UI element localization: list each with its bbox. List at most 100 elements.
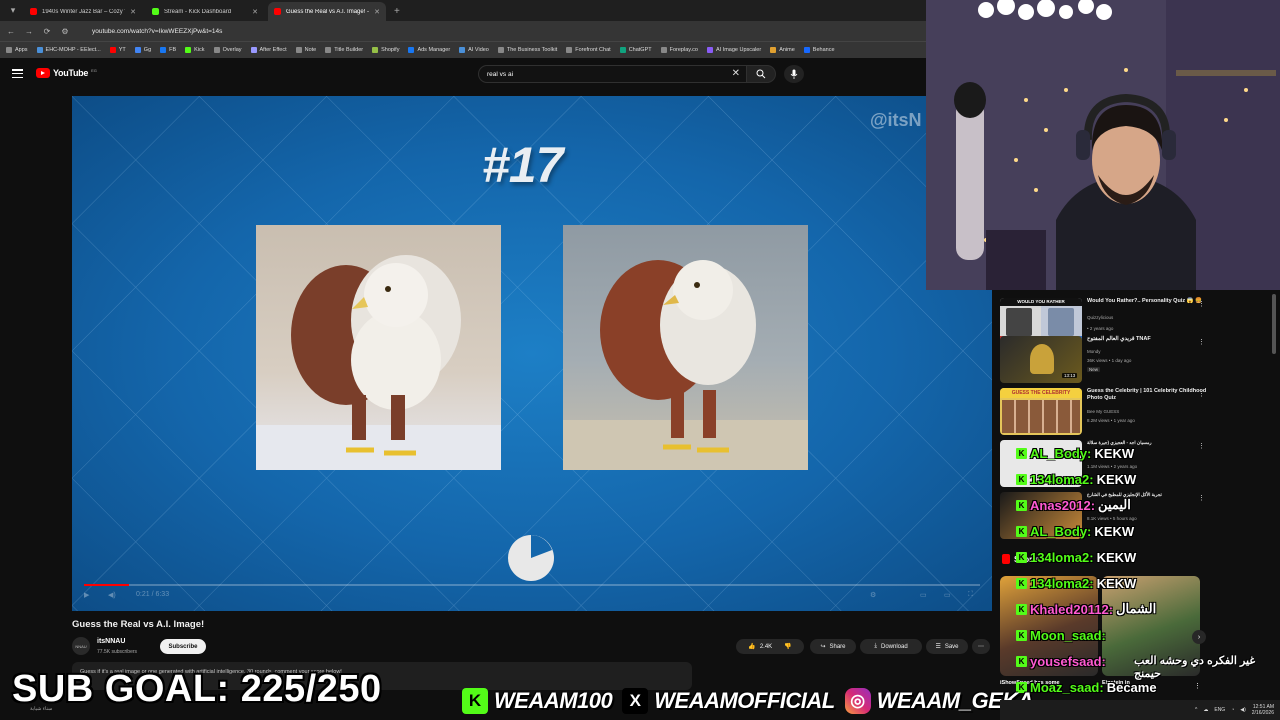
- bookmark-item[interactable]: Note: [295, 47, 316, 53]
- browser-tab-3[interactable]: Guess the Real vs A.I. Image! - ✕: [268, 2, 386, 21]
- bookmark-item[interactable]: Ads Manager: [408, 47, 450, 53]
- subscribe-button[interactable]: Subscribe: [160, 639, 206, 654]
- bookmark-icon: [770, 47, 777, 53]
- chat-message: Kyousefsaad:: [1016, 654, 1109, 669]
- bookmark-item[interactable]: After Effect: [250, 47, 287, 53]
- url-field[interactable]: youtube.com/watch?v=IkwWEEZXjPw&t=14s: [92, 28, 222, 35]
- fullscreen-icon[interactable]: ⛶: [968, 591, 973, 599]
- microphone-icon: [790, 69, 798, 79]
- volume-icon[interactable]: ◀): [108, 591, 116, 599]
- more-icon[interactable]: ⋮: [1194, 682, 1201, 690]
- bookmark-item[interactable]: The Business Toolkit: [497, 47, 557, 53]
- bookmark-icon: [160, 47, 167, 53]
- more-icon[interactable]: ⋮: [1198, 300, 1205, 308]
- bookmark-item[interactable]: AI Video: [459, 47, 489, 53]
- bookmark-item[interactable]: Anime: [770, 47, 795, 53]
- search-button[interactable]: [746, 65, 776, 83]
- chat-message-arabic: غير الفكره دي وحشه العب حيمنج: [1134, 655, 1256, 680]
- bookmark-item[interactable]: Forefront Chat: [566, 47, 611, 53]
- buffering-spinner-icon: [508, 535, 554, 581]
- youtube-logo[interactable]: YouTube EG: [36, 68, 97, 78]
- more-icon[interactable]: ⋮: [1198, 442, 1205, 450]
- chat-message: K Moaz_saad: Became: [1016, 680, 1157, 695]
- more-icon[interactable]: ⋮: [1198, 338, 1205, 346]
- channel-avatar[interactable]: NNAU: [72, 637, 90, 655]
- like-icon[interactable]: 👍: [748, 643, 755, 650]
- right-eagle-image: [563, 225, 808, 470]
- share-button[interactable]: ↪ Share: [810, 639, 856, 654]
- recommendation-item[interactable]: GUESS THE CELEBRITY Guess the Celebrity …: [1000, 388, 1210, 436]
- kick-favicon-icon: [152, 8, 159, 15]
- bookmark-item[interactable]: AI Image Upscaler: [706, 47, 761, 53]
- chat-message: K Anas2012: اليمين: [1016, 497, 1131, 513]
- forward-icon[interactable]: →: [24, 27, 34, 36]
- search-input[interactable]: real vs ai ✕: [478, 65, 746, 83]
- miniplayer-icon[interactable]: ▭: [920, 591, 927, 599]
- bookmark-item[interactable]: ChatGPT: [619, 47, 652, 53]
- browser-tab-1[interactable]: 1940s Winter Jazz Bar – Cozy V... ✕: [24, 2, 142, 21]
- language-indicator[interactable]: ENG: [1214, 707, 1225, 713]
- system-tray: ^ ☁ ENG ◔ ◀) 12:51 AM 2/16/2026: [1000, 700, 1280, 720]
- chat-message: K Moon_saad:: [1016, 628, 1109, 643]
- bookmark-item[interactable]: Foreplay.co: [660, 47, 698, 53]
- bookmarks-bar: Apps EHC-MOHP - EElect... YT Gg FB Kick …: [0, 41, 926, 58]
- bookmark-item[interactable]: Kick: [185, 47, 205, 53]
- close-icon[interactable]: ✕: [130, 8, 136, 16]
- bookmark-item[interactable]: YT: [109, 47, 126, 53]
- browser-tab-2[interactable]: Stream - Kick Dashboard ✕: [146, 2, 264, 21]
- address-bar: ← → ⟳ ⚙ youtube.com/watch?v=IkwWEEZXjPw&…: [0, 21, 926, 41]
- more-icon: ⋯: [978, 644, 984, 650]
- close-icon[interactable]: ✕: [374, 8, 380, 16]
- sidebar-scrollbar[interactable]: [1272, 294, 1276, 354]
- video-progress-bar[interactable]: [84, 584, 980, 586]
- recommendation-item[interactable]: 13:13 قريدي العالم المفتوح TNAF Mondy 36…: [1000, 336, 1210, 384]
- shorts-icon: [1002, 554, 1010, 564]
- wifi-icon[interactable]: ◔: [1231, 707, 1234, 713]
- bookmark-item[interactable]: FB: [160, 47, 176, 53]
- bookmark-item[interactable]: Apps: [6, 47, 28, 53]
- channel-watermark: @itsN: [870, 110, 922, 130]
- site-info-icon[interactable]: ⚙: [60, 27, 70, 36]
- clock[interactable]: 12:51 AM 2/16/2026: [1252, 704, 1274, 716]
- more-actions-button[interactable]: ⋯: [972, 639, 990, 654]
- tab-search-icon[interactable]: ▾: [6, 3, 20, 17]
- save-button[interactable]: ☰ Save: [926, 639, 968, 654]
- question-number: #17: [482, 137, 563, 193]
- bookmark-item[interactable]: Gg: [134, 47, 151, 53]
- play-icon[interactable]: ▶: [84, 591, 89, 599]
- dislike-icon[interactable]: 👎: [784, 643, 791, 650]
- corner-caption: سناء شيابة: [30, 706, 53, 712]
- bookmark-icon: [803, 47, 810, 53]
- more-icon[interactable]: ⋮: [1198, 494, 1205, 502]
- instagram-icon: ◎: [844, 688, 871, 714]
- cloud-icon[interactable]: ☁: [1203, 707, 1208, 713]
- download-icon: ⤓: [874, 643, 877, 649]
- close-icon[interactable]: ✕: [252, 8, 258, 16]
- bookmark-item[interactable]: EHC-MOHP - EElect...: [36, 47, 101, 53]
- eagle-illustration: [256, 255, 501, 470]
- kick-icon: K: [1016, 603, 1027, 615]
- kick-icon: K: [1016, 525, 1027, 537]
- chat-message: K 134loma2: KEKW: [1016, 576, 1136, 591]
- settings-icon[interactable]: ⚙: [870, 591, 876, 599]
- kick-icon: K: [1016, 473, 1027, 485]
- download-button[interactable]: ⤓ Download: [860, 639, 922, 654]
- reload-icon[interactable]: ⟳: [42, 27, 52, 36]
- theater-icon[interactable]: ▭: [944, 591, 951, 599]
- chevron-right-icon[interactable]: ›: [1192, 630, 1206, 644]
- channel-name[interactable]: itsNNAU: [97, 638, 125, 645]
- new-tab-icon[interactable]: +: [394, 6, 400, 17]
- bookmark-item[interactable]: Title Builder: [325, 47, 363, 53]
- volume-icon[interactable]: ◀): [1240, 707, 1246, 713]
- bookmark-item[interactable]: Shopify: [372, 47, 399, 53]
- clear-search-icon[interactable]: ✕: [732, 68, 740, 79]
- bookmark-item[interactable]: Overlay: [213, 47, 242, 53]
- voice-search-button[interactable]: [784, 65, 804, 83]
- kick-icon: K: [462, 688, 488, 714]
- menu-icon[interactable]: [12, 69, 23, 78]
- more-icon[interactable]: ⋮: [1198, 390, 1205, 398]
- back-icon[interactable]: ←: [6, 27, 16, 36]
- bookmark-item[interactable]: Behance: [803, 47, 835, 53]
- video-player[interactable]: @itsN #17 ▶ ◀) 0:21 / 6:33 ⚙ ▭ ▭ ⛶: [72, 96, 992, 611]
- chevron-up-icon[interactable]: ^: [1195, 707, 1197, 713]
